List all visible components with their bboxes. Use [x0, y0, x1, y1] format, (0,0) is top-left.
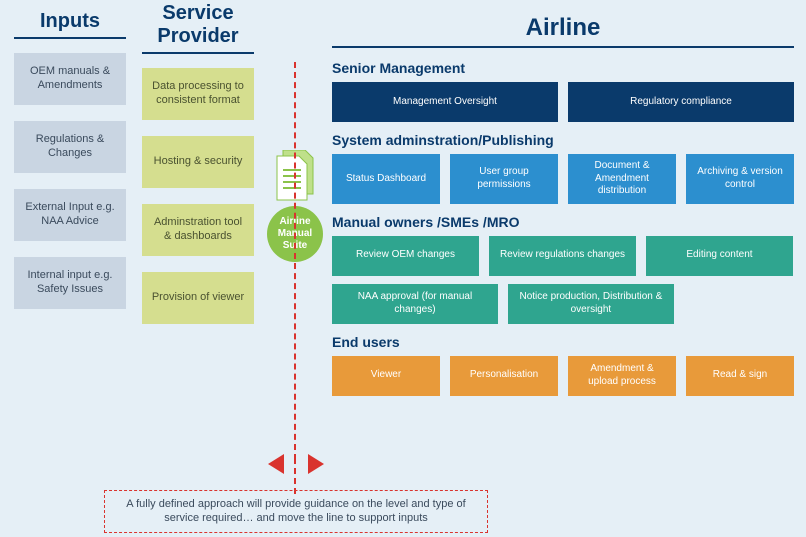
divider-arrows — [268, 454, 324, 474]
endusers-item: Viewer — [332, 356, 440, 396]
airline-header: Airline — [332, 0, 794, 46]
airline-underline — [332, 46, 794, 48]
manual-row-2: NAA approval (for manual changes) Notice… — [332, 284, 794, 324]
section-title-endusers: End users — [332, 334, 794, 350]
sysadmin-row: Status Dashboard User group permissions … — [332, 154, 794, 204]
manual-item: NAA approval (for manual changes) — [332, 284, 498, 324]
inputs-column: Inputs OEM manuals & Amendments Regulati… — [14, 0, 126, 324]
senior-item: Management Oversight — [332, 82, 558, 122]
provider-header-l1: Service — [162, 2, 233, 24]
provider-item: Provision of viewer — [142, 272, 254, 324]
endusers-row: Viewer Personalisation Amendment & uploa… — [332, 356, 794, 396]
airline-panel: Airline Senior Management Management Ove… — [332, 0, 794, 404]
inputs-item: OEM manuals & Amendments — [14, 53, 126, 105]
provider-header: Service Provider — [142, 0, 254, 52]
vertical-divider — [294, 62, 296, 460]
sysadmin-item: Document & Amendment distribution — [568, 154, 676, 204]
provider-item: Data processing to consistent format — [142, 68, 254, 120]
provider-item: Adminstration tool & dashboards — [142, 204, 254, 256]
endusers-item: Personalisation — [450, 356, 558, 396]
endusers-item: Amendment & upload process — [568, 356, 676, 396]
provider-stack: Data processing to consistent format Hos… — [142, 68, 254, 324]
manual-item: Notice production, Distribution & oversi… — [508, 284, 674, 324]
inputs-item: External Input e.g. NAA Advice — [14, 189, 126, 241]
senior-row: Management Oversight Regulatory complian… — [332, 82, 794, 122]
inputs-item: Internal input e.g. Safety Issues — [14, 257, 126, 309]
sysadmin-item: Archiving & version control — [686, 154, 794, 204]
inputs-item: Regulations & Changes — [14, 121, 126, 173]
sysadmin-item: User group permissions — [450, 154, 558, 204]
section-title-sysadmin: System adminstration/Publishing — [332, 132, 794, 148]
manual-item: Review regulations changes — [489, 236, 636, 276]
divider-to-footnote-connector — [294, 458, 296, 494]
provider-underline — [142, 52, 254, 54]
manual-item: Review OEM changes — [332, 236, 479, 276]
arrow-left-icon — [268, 454, 284, 474]
provider-column: Service Provider Data processing to cons… — [142, 0, 254, 324]
endusers-item: Read & sign — [686, 356, 794, 396]
section-title-senior: Senior Management — [332, 60, 794, 76]
manual-row-1: Review OEM changes Review regulations ch… — [332, 236, 794, 276]
senior-item: Regulatory compliance — [568, 82, 794, 122]
provider-item: Hosting & security — [142, 136, 254, 188]
inputs-underline — [14, 37, 126, 39]
inputs-stack: OEM manuals & Amendments Regulations & C… — [14, 53, 126, 309]
inputs-header: Inputs — [14, 0, 126, 37]
section-title-manual: Manual owners /SMEs /MRO — [332, 214, 794, 230]
manual-item: Editing content — [646, 236, 793, 276]
left-columns: Inputs OEM manuals & Amendments Regulati… — [14, 0, 254, 324]
provider-header-l2: Provider — [142, 25, 254, 48]
arrow-right-icon — [308, 454, 324, 474]
footnote-box: A fully defined approach will provide gu… — [104, 490, 488, 533]
sysadmin-item: Status Dashboard — [332, 154, 440, 204]
